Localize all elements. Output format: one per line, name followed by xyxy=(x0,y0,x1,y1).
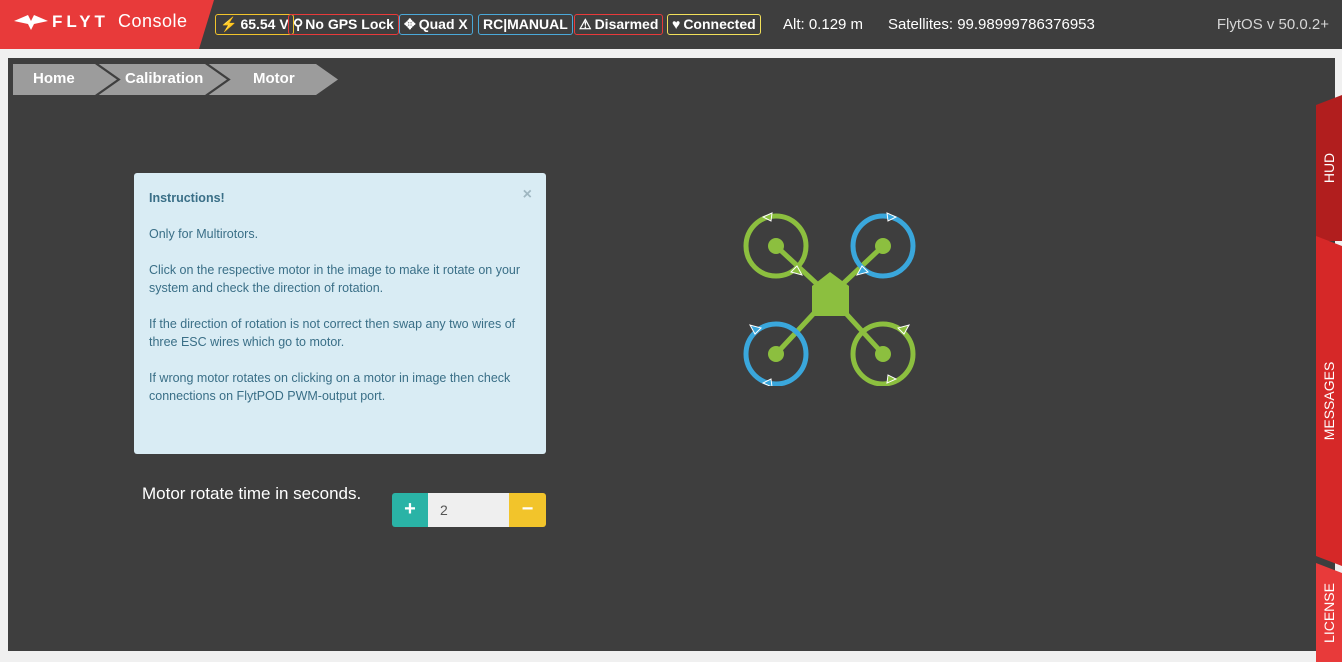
lightning-icon: ⚡ xyxy=(220,16,238,32)
connection-status-badge: ♥ Connected xyxy=(667,14,761,35)
motor-time-stepper: + − xyxy=(392,493,546,527)
arm-status-badge: ⚠ Disarmed xyxy=(574,14,664,35)
main-panel: Home Calibration Motor × Instructions! O… xyxy=(8,58,1335,651)
logo[interactable]: FLYT Console xyxy=(0,0,214,49)
motor-bottom-left[interactable] xyxy=(743,321,809,386)
satellites-readout: Satellites: 99.98999786376953 xyxy=(888,16,1095,33)
instruction-line: If wrong motor rotates on clicking on a … xyxy=(149,371,511,403)
arrows-move-icon: ✥ xyxy=(404,16,416,32)
quad-motor-diagram xyxy=(743,212,916,386)
motor-bottom-right[interactable] xyxy=(850,321,916,386)
altitude-readout: Alt: 0.129 m xyxy=(783,16,864,33)
top-bar: FLYT Console ⚡ 65.54 V ⚲ No GPS Lock ✥ Quad… xyxy=(0,0,1342,49)
motor-rotate-time-label: Motor rotate time in seconds. xyxy=(142,484,362,503)
instructions-panel: × Instructions! Only for Multirotors. Cl… xyxy=(134,173,546,454)
close-icon[interactable]: × xyxy=(523,186,532,204)
frame-type-badge: ✥ Quad X xyxy=(399,14,473,35)
motor-time-input[interactable] xyxy=(428,493,509,527)
warning-icon: ⚠ xyxy=(579,16,592,32)
increment-button[interactable]: + xyxy=(392,493,428,527)
tab-license[interactable]: LICENSE xyxy=(1316,563,1342,662)
decrement-button[interactable]: − xyxy=(509,493,546,527)
instructions-title: Instructions! xyxy=(149,191,225,205)
motor-top-left[interactable] xyxy=(743,212,809,279)
instruction-line: Click on the respective motor in the ima… xyxy=(149,263,521,295)
breadcrumb-separator xyxy=(96,64,121,95)
flyt-logo-icon xyxy=(14,15,48,30)
version-label: FlytOS v 50.0.2+ xyxy=(1216,16,1329,33)
tab-messages[interactable]: MESSAGES xyxy=(1316,236,1342,566)
battery-voltage-badge: ⚡ 65.54 V xyxy=(215,14,294,35)
tab-hud[interactable]: HUD xyxy=(1316,95,1342,241)
instruction-line: Only for Multirotors. xyxy=(149,227,259,241)
brand-name: FLYT xyxy=(52,12,109,31)
drone-body xyxy=(812,272,849,316)
flight-mode-badge: RC|MANUAL xyxy=(478,14,573,35)
map-marker-icon: ⚲ xyxy=(293,16,304,32)
heart-icon: ♥ xyxy=(672,16,681,32)
breadcrumb-separator xyxy=(206,64,231,95)
brand-console: Console xyxy=(118,11,188,31)
gps-status-badge: ⚲ No GPS Lock xyxy=(288,14,399,35)
motor-top-right[interactable] xyxy=(850,212,916,279)
instruction-line: If the direction of rotation is not corr… xyxy=(149,317,516,349)
